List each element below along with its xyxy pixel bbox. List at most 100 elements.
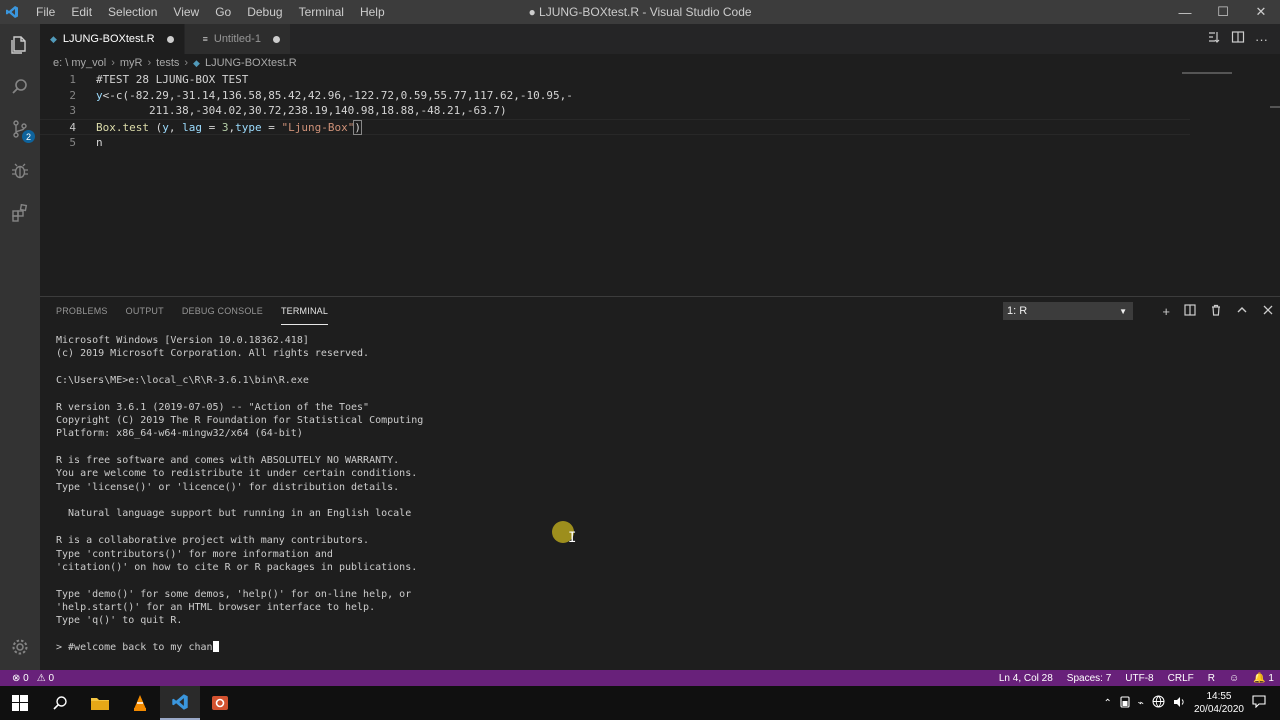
debug-icon[interactable]	[0, 150, 40, 192]
chevron-down-icon: ▼	[1119, 306, 1127, 316]
chevron-up-icon[interactable]: ⌃	[1104, 698, 1112, 709]
code-token: y	[96, 89, 103, 102]
line-number: 5	[69, 136, 76, 149]
menu-selection[interactable]: Selection	[100, 0, 165, 24]
minimize-button[interactable]: —	[1166, 0, 1204, 24]
code-text: n	[96, 136, 103, 149]
menu-view[interactable]: View	[165, 0, 207, 24]
clock-time: 14:55	[1206, 691, 1232, 702]
extensions-icon[interactable]	[0, 192, 40, 234]
menu-terminal[interactable]: Terminal	[291, 0, 352, 24]
split-terminal-icon[interactable]	[1184, 303, 1196, 319]
terminal-line: 'help.start()' for an HTML browser inter…	[56, 601, 376, 613]
presentation-app-icon[interactable]	[200, 686, 240, 720]
breadcrumb-file[interactable]: LJUNG-BOXtest.R	[205, 57, 297, 69]
terminal-line: C:\Users\ME>e:\local_c\R\R-3.6.1\bin\R.e…	[56, 375, 309, 387]
menu-edit[interactable]: Edit	[63, 0, 100, 24]
terminal-prompt-line[interactable]: > #welcome back to my chan	[56, 641, 1256, 654]
new-terminal-icon[interactable]: +	[1162, 304, 1170, 319]
source-control-icon[interactable]: 2	[0, 108, 40, 150]
editor-tab-bar: ◆ LJUNG-BOXtest.R ≡ Untitled-1 ···	[40, 24, 1280, 54]
encoding[interactable]: UTF-8	[1125, 673, 1153, 684]
terminal-line: Platform: x86_64-w64-mingw32/x64 (64-bit…	[56, 428, 303, 440]
editor-actions: ···	[1207, 24, 1280, 54]
vscode-logo-icon	[0, 0, 24, 24]
warnings-count[interactable]: ⚠ 0	[37, 673, 54, 684]
overview-ruler	[1270, 106, 1280, 108]
terminal-line: Type 'contributors()' for more informati…	[56, 548, 333, 560]
taskbar-search-icon[interactable]	[40, 686, 80, 720]
r-file-icon: ◆	[193, 57, 200, 68]
windows-start-icon[interactable]	[0, 686, 40, 720]
cursor-position[interactable]: Ln 4, Col 28	[999, 673, 1053, 684]
terminal-line: R is free software and comes with ABSOLU…	[56, 455, 400, 467]
code-token: =	[201, 121, 222, 134]
search-icon[interactable]	[0, 66, 40, 108]
status-bar: ⊗ 0 ⚠ 0 Ln 4, Col 28 Spaces: 7 UTF-8 CRL…	[0, 670, 1280, 686]
tab-output[interactable]: OUTPUT	[126, 297, 164, 325]
feedback-smiley-icon[interactable]: ☺	[1229, 673, 1239, 684]
activity-bar: 2	[0, 24, 40, 670]
indentation[interactable]: Spaces: 7	[1067, 673, 1111, 684]
code-token: lag	[182, 121, 202, 134]
trash-icon[interactable]	[1210, 304, 1222, 319]
end-of-line[interactable]: CRLF	[1168, 673, 1194, 684]
breadcrumb-drive[interactable]: e: \ my_vol	[53, 57, 106, 69]
terminal-select[interactable]: 1: R ▼	[1003, 302, 1133, 320]
chevron-right-icon: ›	[111, 57, 115, 69]
usb-icon[interactable]: ⌁	[1138, 698, 1144, 709]
split-editor-icon[interactable]	[1231, 30, 1245, 49]
network-icon[interactable]	[1152, 695, 1165, 711]
power-icon[interactable]	[1120, 695, 1130, 711]
terminal-line: Type 'q()' to quit R.	[56, 615, 183, 627]
code-line: 3 211.38,-304.02,30.72,238.19,140.98,18.…	[40, 103, 1190, 119]
vscode-taskbar-icon[interactable]	[160, 686, 200, 720]
action-center-icon[interactable]	[1252, 695, 1266, 711]
terminal-line: R is a collaborative project with many c…	[56, 535, 370, 547]
menu-file[interactable]: File	[28, 0, 63, 24]
breadcrumb: e: \ my_vol › myR › tests › ◆ LJUNG-BOXt…	[40, 54, 1280, 72]
tab-terminal[interactable]: TERMINAL	[280, 297, 329, 325]
open-changes-icon[interactable]	[1207, 30, 1221, 49]
code-text: #TEST 28 LJUNG-BOX TEST	[96, 73, 249, 86]
tab-label: Untitled-1	[213, 33, 261, 45]
unsaved-dot-icon[interactable]	[166, 35, 174, 43]
code-line-current: 4 Box.test (y, lag = 3,type = "Ljung-Box…	[40, 119, 1190, 135]
vlc-icon[interactable]	[120, 686, 160, 720]
line-number: 3	[69, 104, 76, 117]
maximize-button[interactable]: ☐	[1204, 0, 1242, 24]
tab-debug-console[interactable]: DEBUG CONSOLE	[182, 297, 263, 325]
maximize-panel-icon[interactable]	[1236, 304, 1248, 319]
tab-untitled-1[interactable]: ≡ Untitled-1	[184, 24, 291, 54]
notifications[interactable]: 🔔 1	[1253, 673, 1274, 684]
terminal-line: Type 'demo()' for some demos, 'help()' f…	[56, 588, 412, 600]
more-actions-icon[interactable]: ···	[1255, 32, 1268, 47]
terminal-line: Copyright (C) 2019 The R Foundation for …	[56, 415, 424, 427]
gear-icon[interactable]	[0, 632, 40, 662]
tab-problems[interactable]: PROBLEMS	[56, 297, 108, 325]
terminal-output[interactable]: Microsoft Windows [Version 10.0.18362.41…	[56, 334, 1256, 664]
errors-count[interactable]: ⊗ 0	[12, 673, 29, 684]
explorer-icon[interactable]	[0, 24, 40, 66]
chevron-right-icon: ›	[147, 57, 152, 69]
tab-ljung-box-test[interactable]: ◆ LJUNG-BOXtest.R	[40, 24, 185, 54]
volume-icon[interactable]	[1173, 696, 1186, 711]
code-text: y<-c(-82.29,-31.14,136.58,85.42,42.96,-1…	[96, 88, 573, 104]
language-mode[interactable]: R	[1208, 673, 1215, 684]
breadcrumb-folder-myr[interactable]: myR	[120, 57, 143, 69]
breadcrumb-folder-tests[interactable]: tests	[156, 57, 179, 69]
line-number: 2	[69, 89, 76, 102]
code-editor[interactable]: 1 #TEST 28 LJUNG-BOX TEST 2 y<-c(-82.29,…	[40, 72, 1280, 296]
menu-debug[interactable]: Debug	[239, 0, 290, 24]
file-explorer-icon[interactable]	[80, 686, 120, 720]
unsaved-dot-icon[interactable]	[272, 35, 280, 43]
menu-help[interactable]: Help	[352, 0, 393, 24]
close-panel-icon[interactable]	[1262, 304, 1274, 319]
terminal-line: You are welcome to redistribute it under…	[56, 468, 418, 480]
minimap[interactable]	[1182, 72, 1232, 78]
close-window-button[interactable]: ✕	[1242, 0, 1280, 24]
clock[interactable]: 14:55 20/04/2020	[1194, 690, 1244, 716]
menu-go[interactable]: Go	[207, 0, 239, 24]
